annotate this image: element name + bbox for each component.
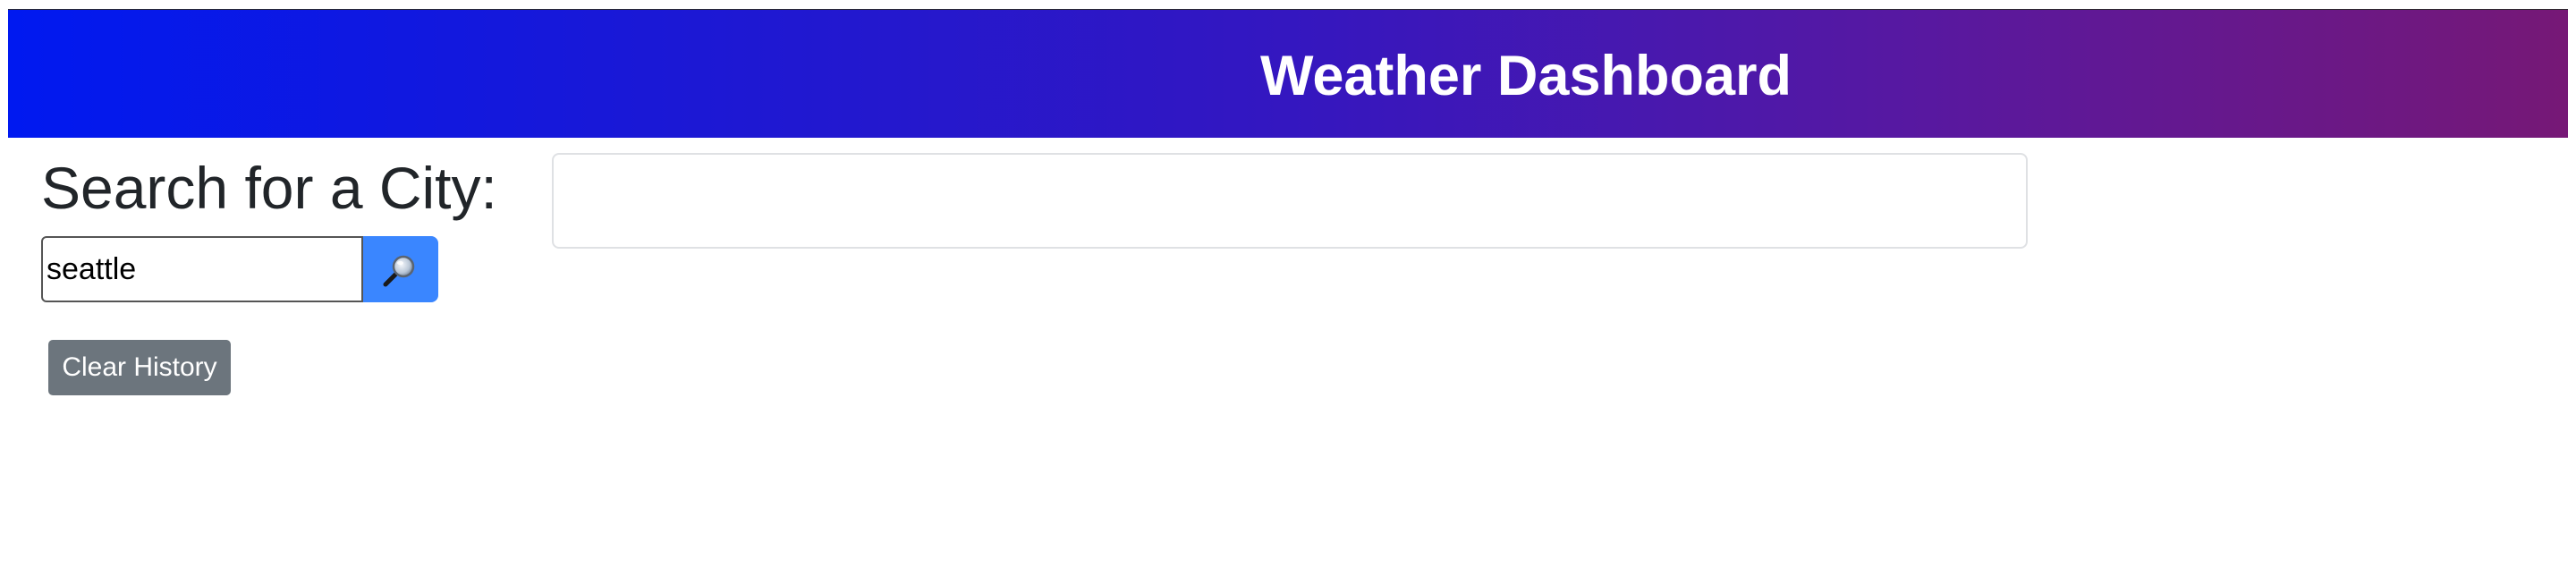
weather-dashboard-page: Weather Dashboard Search for a City: Cle…	[0, 0, 2576, 576]
search-heading: Search for a City:	[41, 155, 497, 221]
header-banner: Weather Dashboard	[8, 9, 2568, 138]
magnifying-glass-icon	[383, 251, 419, 287]
clear-history-button[interactable]: Clear History	[48, 340, 231, 395]
search-button[interactable]	[363, 236, 438, 302]
city-search-input[interactable]	[41, 236, 363, 302]
page-title: Weather Dashboard	[1260, 45, 1792, 107]
current-weather-card	[552, 153, 2028, 249]
